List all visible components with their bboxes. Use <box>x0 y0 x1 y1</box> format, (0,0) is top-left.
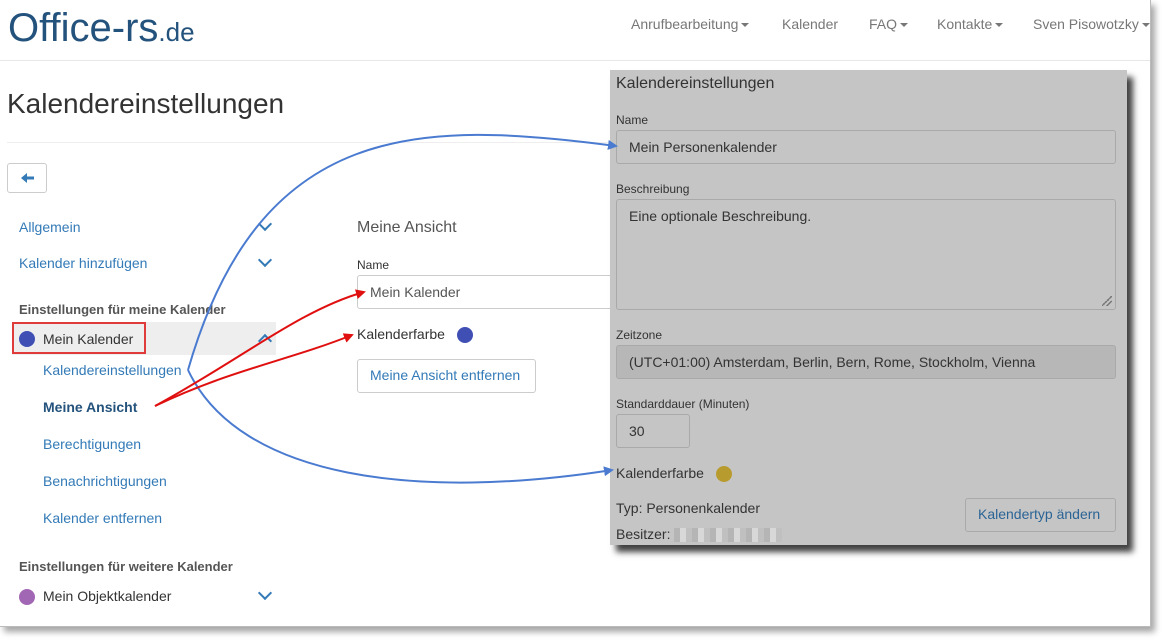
panel-color-label: Kalenderfarbe <box>616 465 704 481</box>
sidebar-item-kalender-hinzufuegen[interactable]: Kalender hinzufügen <box>19 255 147 271</box>
panel-name-label: Name <box>616 113 649 127</box>
view-heading: Meine Ansicht <box>357 219 457 236</box>
chevron-down-icon[interactable] <box>257 216 273 232</box>
view-color-label: Kalenderfarbe <box>357 326 445 342</box>
panel-type-text: Typ: Personenkalender <box>616 500 760 516</box>
calendar-settings-panel: Kalendereinstellungen Name Mein Personen… <box>610 70 1127 545</box>
section-heading-mine: Einstellungen für meine Kalender <box>19 302 226 317</box>
nav-kalender[interactable]: Kalender <box>782 16 838 32</box>
sidebar-sub-meine-ansicht[interactable]: Meine Ansicht <box>43 399 137 415</box>
panel-color-swatch[interactable] <box>716 466 732 482</box>
panel-heading: Kalendereinstellungen <box>616 75 775 92</box>
panel-tz-label: Zeitzone <box>616 328 663 342</box>
remove-view-button[interactable]: Meine Ansicht entfernen <box>357 359 536 393</box>
sidebar-item-objektkalender[interactable]: Mein Objektkalender <box>43 588 171 604</box>
panel-tz-select[interactable]: (UTC+01:00) Amsterdam, Berlin, Bern, Rom… <box>616 345 1116 379</box>
sidebar-sub-benachrichtigungen[interactable]: Benachrichtigungen <box>43 473 167 489</box>
view-color-swatch[interactable] <box>457 327 473 343</box>
nav-anrufbearbeitung[interactable]: Anrufbearbeitung <box>631 16 750 32</box>
panel-name-input[interactable]: Mein Personenkalender <box>616 130 1116 164</box>
view-name-input[interactable]: Mein Kalender <box>357 275 627 309</box>
view-name-label: Name <box>357 258 390 272</box>
back-button[interactable] <box>7 163 47 193</box>
redacted-owner <box>674 528 783 543</box>
panel-duration-input[interactable]: 30 <box>616 414 690 448</box>
nav-user-menu[interactable]: Sven Pisowotzky <box>1033 16 1150 32</box>
change-type-button[interactable]: Kalendertyp ändern <box>965 498 1116 532</box>
caret-down-icon <box>741 23 750 28</box>
brand-name: Office-rs <box>8 6 159 50</box>
annotation-highlight-box <box>12 322 146 354</box>
divider <box>7 142 617 143</box>
arrow-left-icon <box>21 173 34 183</box>
nav-label: Sven Pisowotzky <box>1033 16 1139 32</box>
section-heading-more: Einstellungen für weitere Kalender <box>19 559 233 574</box>
sidebar-sub-kalender-entfernen[interactable]: Kalender entfernen <box>43 510 162 526</box>
panel-desc-textarea[interactable]: Eine optionale Beschreibung. <box>616 199 1116 310</box>
brand-domain: .de <box>158 17 195 47</box>
nav-faq[interactable]: FAQ <box>869 16 909 32</box>
sidebar-item-allgemein[interactable]: Allgemein <box>19 219 80 235</box>
sidebar-sub-kalendereinstellungen[interactable]: Kalendereinstellungen <box>43 362 182 378</box>
nav-label: FAQ <box>869 16 898 32</box>
nav-kontakte[interactable]: Kontakte <box>937 16 1004 32</box>
page-title: Kalendereinstellungen <box>7 88 285 119</box>
nav-label: Kalender <box>782 16 839 32</box>
panel-duration-label: Standarddauer (Minuten) <box>616 397 750 411</box>
nav-label: Kontakte <box>937 16 993 32</box>
top-navbar: Office-rs.de Anrufbearbeitung Kalender F… <box>0 0 1150 61</box>
nav-label: Anrufbearbeitung <box>631 16 739 32</box>
caret-down-icon <box>1141 23 1150 28</box>
chevron-down-icon[interactable] <box>257 585 273 601</box>
brand-logo[interactable]: Office-rs.de <box>8 6 195 51</box>
panel-desc-label: Beschreibung <box>616 182 690 196</box>
calendar-color-dot <box>19 589 35 605</box>
panel-desc-value: Eine optionale Beschreibung. <box>629 208 812 224</box>
panel-owner-label: Besitzer: <box>616 526 671 542</box>
panel-owner: Besitzer: <box>616 526 783 543</box>
sidebar-sub-berechtigungen[interactable]: Berechtigungen <box>43 436 141 452</box>
resize-grip-icon[interactable] <box>1102 296 1112 306</box>
caret-down-icon <box>995 23 1004 28</box>
chevron-down-icon[interactable] <box>257 252 273 268</box>
caret-down-icon <box>900 23 909 28</box>
